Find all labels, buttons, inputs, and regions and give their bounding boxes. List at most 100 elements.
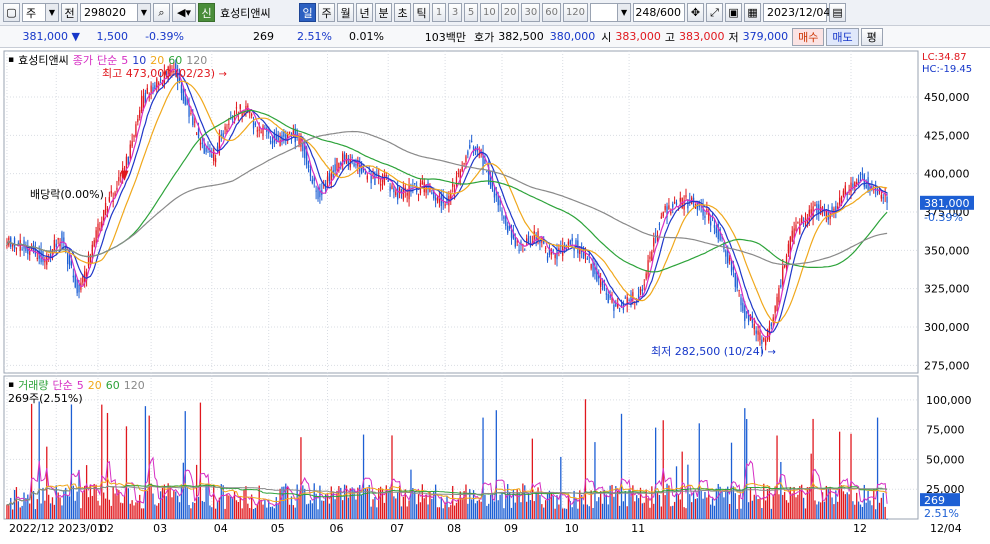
volume-bar — [323, 500, 325, 519]
volume-bar — [55, 485, 57, 519]
candle-body — [507, 225, 509, 233]
price-tick-label: 450,000 — [924, 91, 970, 104]
candle-body — [353, 163, 355, 167]
window-icon[interactable]: ▢ — [3, 3, 20, 22]
candle-body — [315, 190, 317, 192]
tab-week[interactable]: 주 — [318, 3, 335, 22]
volume-bar — [144, 406, 147, 519]
volume-bar — [601, 503, 604, 519]
tab-month[interactable]: 월 — [337, 3, 354, 22]
volume-bar — [275, 497, 277, 519]
volume-bar — [38, 401, 40, 519]
volume-bar — [503, 508, 505, 519]
volume-bar — [317, 509, 319, 519]
volume-bar — [672, 505, 674, 519]
jeon-button[interactable]: 전 — [61, 3, 78, 22]
candle-body — [180, 84, 183, 94]
volume-bar — [708, 494, 710, 519]
volume-bar — [395, 498, 397, 519]
volume-bar — [224, 508, 226, 519]
volume-bar — [408, 500, 410, 519]
grip-icon[interactable]: ▪ — [8, 380, 14, 390]
candle-body — [639, 288, 642, 294]
volume-bar — [685, 508, 687, 519]
candle-body — [641, 289, 644, 291]
amount-value: 103백만 — [424, 30, 466, 44]
candle-body — [660, 216, 662, 219]
tab-minute[interactable]: 분 — [375, 3, 392, 22]
date-input[interactable]: 2023/12/04 — [763, 3, 830, 22]
chevron-down-icon[interactable]: ▼ — [138, 3, 151, 22]
current-volume-pct-label: 2.51% — [924, 507, 959, 520]
price-volume-chart[interactable]: 450,000425,000400,000375,000350,000325,0… — [0, 48, 990, 541]
candle-body — [283, 131, 285, 137]
save-icon[interactable]: ▣ — [725, 3, 743, 22]
interval-3[interactable]: 3 — [448, 3, 462, 22]
tab-day[interactable]: 일 — [299, 3, 316, 22]
date-tick-label: 05 — [271, 522, 285, 535]
vol-legend-ma-120: 120 — [123, 378, 145, 392]
candle-body — [21, 249, 23, 251]
interval-10[interactable]: 10 — [480, 3, 499, 22]
chart-area[interactable]: 450,000 425,000 400,000 375,000 350,000 325,0… — [0, 48, 990, 544]
candle-body — [131, 141, 133, 147]
volume-bar — [558, 504, 560, 519]
open-value: 383,000 — [615, 30, 661, 43]
volume-bar — [34, 509, 37, 519]
calendar-icon[interactable]: ▦ — [744, 3, 762, 22]
interval-30[interactable]: 30 — [521, 3, 541, 22]
volume-bar — [700, 490, 702, 519]
sin-badge[interactable]: 신 — [198, 3, 215, 22]
vol-legend-ma-20: 20 — [87, 378, 102, 392]
volume-bar — [816, 504, 818, 519]
volume-bar — [453, 505, 456, 519]
calendar-picker-icon[interactable]: ▤ — [829, 3, 847, 22]
buy-button[interactable]: 매수 — [792, 27, 825, 46]
candle-body — [389, 186, 391, 192]
pyeong-button[interactable]: 평 — [860, 27, 883, 46]
interval-120[interactable]: 120 — [562, 3, 589, 22]
volume-bar — [169, 485, 171, 519]
interval-60[interactable]: 60 — [542, 3, 561, 22]
volume-bar — [689, 494, 691, 519]
volume-bar — [137, 500, 139, 519]
search-icon[interactable]: ⌕ — [153, 3, 170, 22]
volume-bar — [156, 505, 158, 519]
crosshair-icon[interactable]: ✥ — [687, 3, 705, 22]
candle-body — [844, 185, 846, 196]
volume-bar — [40, 503, 42, 519]
price-tick-label: 425,000 — [924, 129, 970, 142]
candle-body — [182, 88, 184, 101]
interval-custom-input[interactable] — [590, 3, 619, 22]
candle-body — [778, 288, 780, 303]
candle-body — [861, 173, 864, 175]
code-input[interactable]: 298020 — [80, 3, 138, 22]
market-select[interactable]: 주 — [22, 3, 46, 22]
tab-tick[interactable]: 틱 — [413, 3, 430, 22]
candle-body — [780, 284, 782, 288]
interval-20[interactable]: 20 — [500, 3, 520, 22]
volume-bar — [232, 497, 234, 519]
chevron-down-icon[interactable]: ▼ — [46, 3, 59, 22]
volume-bar — [641, 503, 644, 519]
candle-body — [814, 204, 816, 207]
count-input[interactable]: 248/600 — [633, 3, 686, 22]
chevron-down-icon[interactable]: ▼ — [618, 3, 632, 22]
sound-icon[interactable]: ◀▾ — [172, 3, 196, 22]
tab-second[interactable]: 초 — [394, 3, 411, 22]
grip-icon[interactable]: ▪ — [8, 55, 14, 65]
sell-button[interactable]: 매도 — [826, 27, 859, 46]
volume-bar — [857, 501, 860, 519]
interval-5[interactable]: 5 — [464, 3, 478, 22]
candle-body — [675, 202, 678, 205]
volume-bar — [715, 488, 717, 519]
tab-year[interactable]: 년 — [356, 3, 373, 22]
volume-bar — [294, 507, 296, 519]
volume-bar — [30, 403, 33, 519]
volume-bar — [336, 490, 338, 519]
draw-icon[interactable]: ⤢ — [706, 3, 724, 22]
candle-body — [603, 284, 606, 290]
volume-bar — [431, 498, 433, 519]
interval-1[interactable]: 1 — [432, 3, 446, 22]
candle-body — [326, 176, 329, 184]
